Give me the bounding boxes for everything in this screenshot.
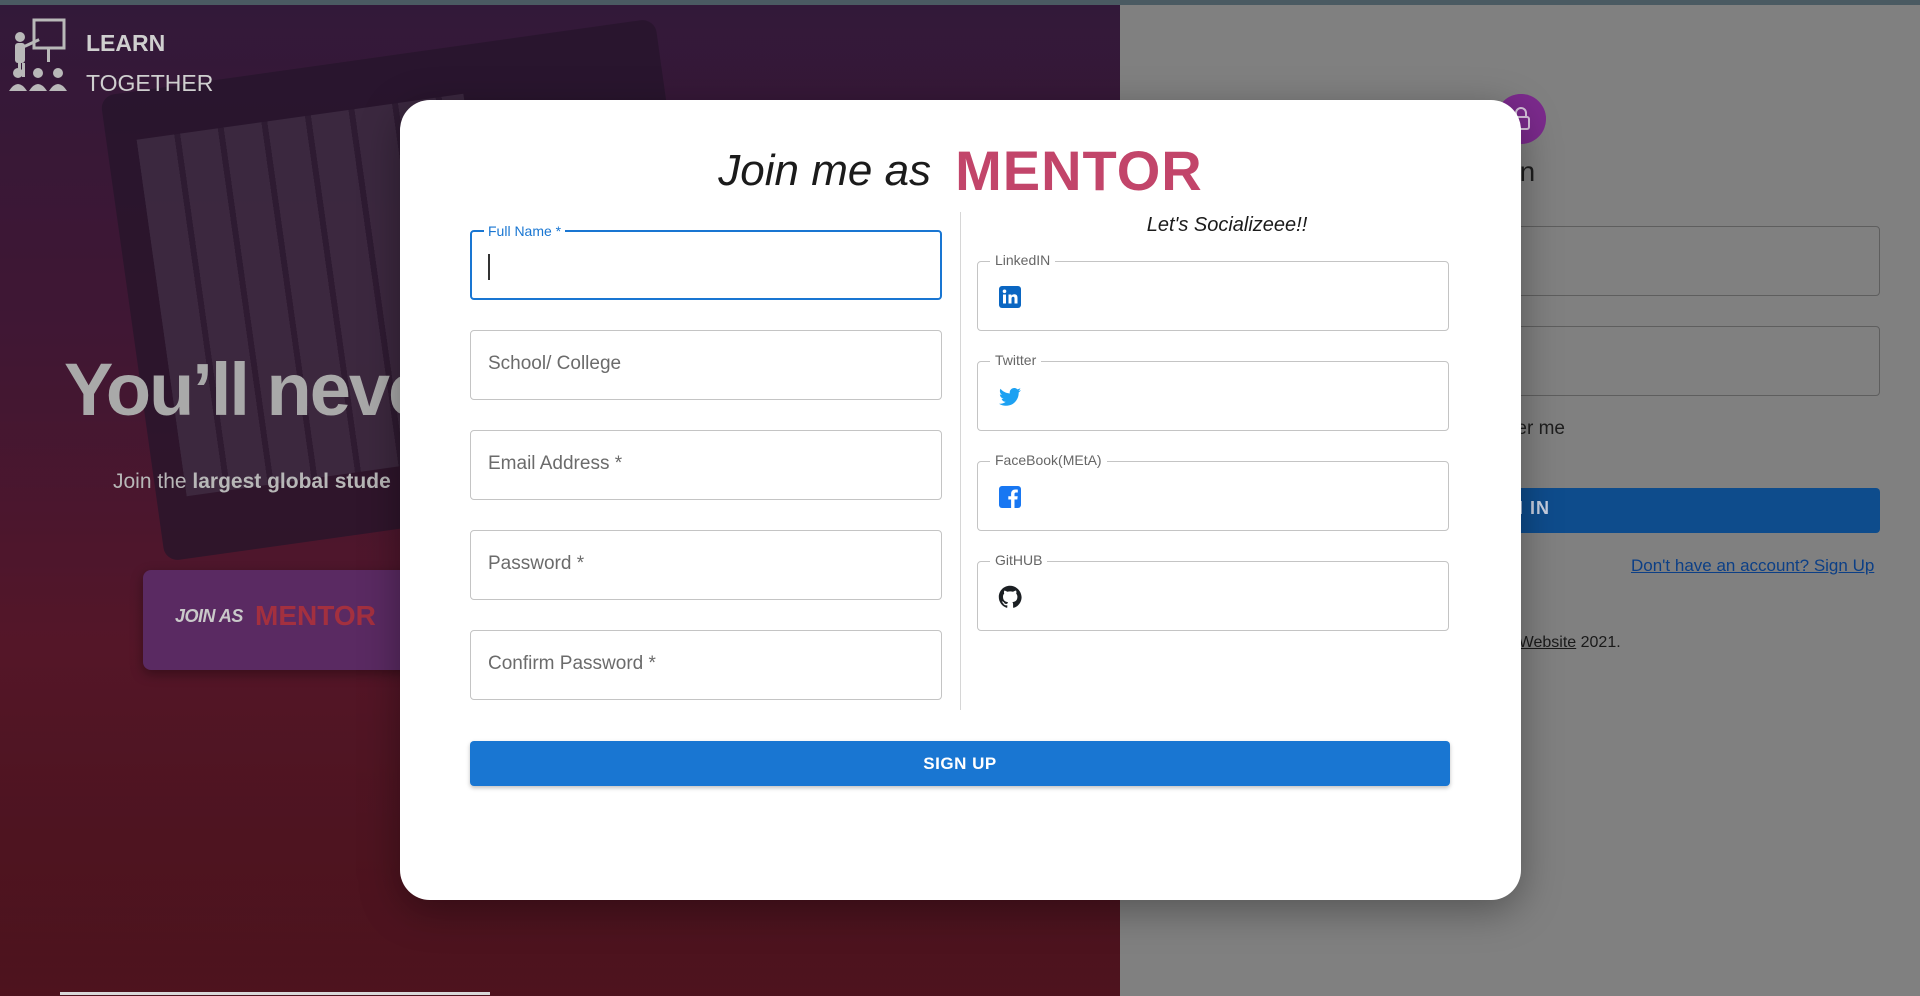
brand-line-1: LEARN — [86, 30, 166, 56]
facebook-label: FaceBook(MEtA) — [990, 452, 1107, 468]
facebook-field[interactable]: FaceBook(MEtA) — [977, 452, 1449, 531]
github-icon — [998, 585, 1022, 608]
join-mentor-modal: Join me as MENTOR Full Name * School/ Col… — [400, 100, 1521, 900]
password-field[interactable]: Password * — [470, 530, 942, 600]
copyright-year: 2021. — [1576, 634, 1621, 651]
join-as-mentor-button[interactable]: JOIN AS MENTOR — [143, 570, 443, 670]
github-label: GitHUB — [990, 552, 1048, 568]
brand-line-2: TOGETHER — [86, 70, 214, 96]
presentation-logo-icon — [9, 18, 67, 91]
signup-button-label: SIGN UP — [923, 754, 997, 773]
email-placeholder: Email Address * — [488, 453, 623, 474]
signup-button[interactable]: SIGN UP — [470, 741, 1450, 786]
email-field[interactable]: Email Address * — [470, 430, 942, 500]
modal-title: Join me as MENTOR — [400, 138, 1521, 203]
confirm-password-field[interactable]: Confirm Password * — [470, 630, 942, 700]
modal-title-pre: Join me as — [718, 145, 932, 195]
signin-password-field[interactable] — [1490, 326, 1880, 396]
hero-subtitle-bold: largest global stude — [192, 470, 391, 493]
linkedin-icon — [999, 286, 1021, 308]
join-as-label: JOIN AS — [175, 606, 243, 626]
full-name-label: Full Name * — [484, 223, 566, 239]
hero-headline: You’ll neve — [64, 348, 429, 431]
social-title: Let's Socializeee!! — [1146, 214, 1308, 236]
join-as-accent: MENTOR — [255, 600, 376, 631]
signin-email-field[interactable] — [1490, 226, 1880, 296]
hero-subtitle: Join the largest global stude — [113, 470, 391, 494]
brand-wordmark: LEARN TOGETHER — [86, 23, 213, 103]
signup-link[interactable]: Don't have an account? Sign Up — [1631, 556, 1874, 576]
hero-subtitle-pre: Join the — [113, 470, 193, 493]
twitter-icon — [999, 388, 1021, 406]
linkedin-label: LinkedIN — [990, 252, 1056, 268]
text-caret — [488, 254, 490, 280]
school-college-field[interactable]: School/ College — [470, 330, 942, 400]
bottom-scroll-line — [60, 992, 490, 995]
github-field[interactable]: GitHUB — [977, 552, 1449, 631]
linkedin-field[interactable]: LinkedIN — [977, 252, 1449, 331]
full-name-field[interactable]: Full Name * — [470, 223, 942, 300]
facebook-icon — [999, 486, 1021, 508]
twitter-label: Twitter — [990, 352, 1042, 368]
modal-title-accent: MENTOR — [955, 139, 1203, 202]
confirm-password-placeholder: Confirm Password * — [488, 653, 656, 674]
password-placeholder: Password * — [488, 553, 585, 574]
twitter-field[interactable]: Twitter — [977, 352, 1449, 431]
column-divider — [960, 212, 961, 710]
school-college-placeholder: School/ College — [488, 353, 622, 374]
